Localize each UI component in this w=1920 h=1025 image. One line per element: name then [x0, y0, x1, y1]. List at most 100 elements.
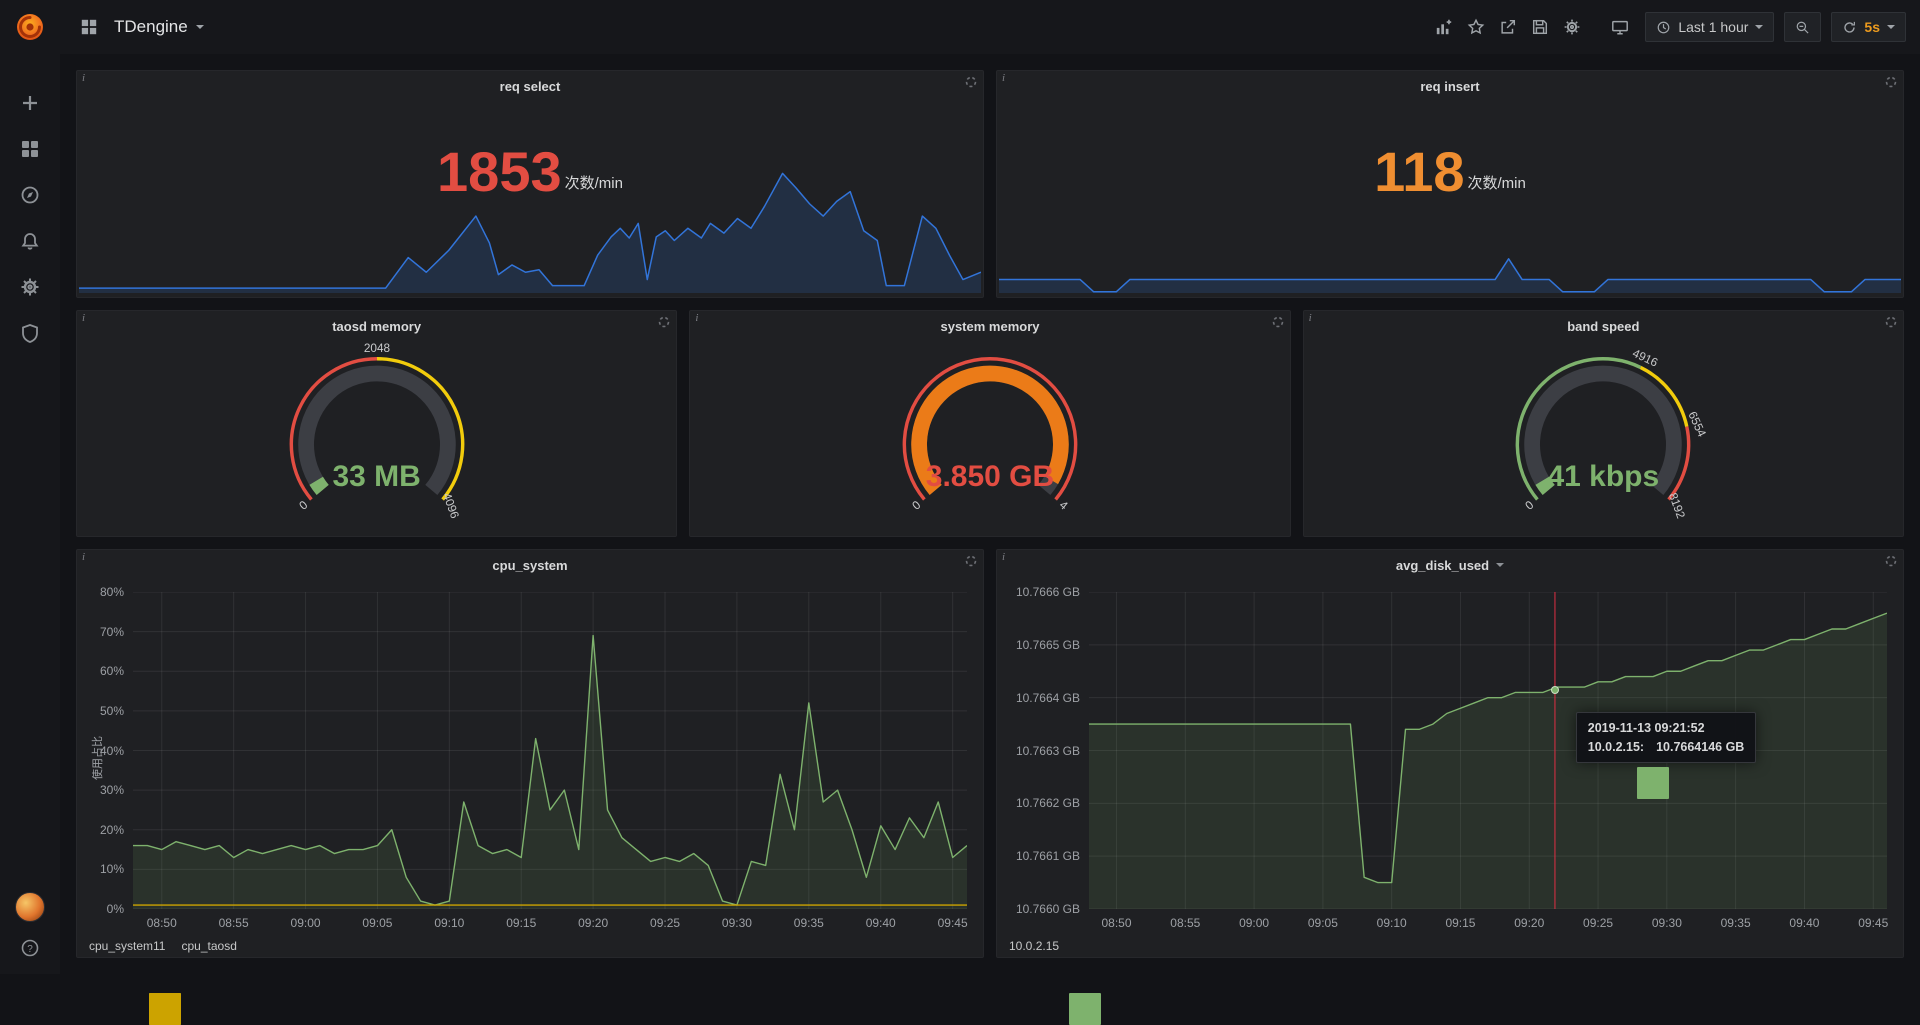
zoom-out-time-button[interactable]: [1784, 12, 1821, 42]
avg-disk-used-plot[interactable]: 2019-11-13 09:21:52 10.0.2.15: 10.766414…: [1089, 592, 1887, 909]
panel-title-avg-disk-used[interactable]: avg_disk_used: [997, 550, 1903, 580]
panel-title-text: req select: [500, 79, 561, 94]
explore-compass-icon[interactable]: [20, 185, 40, 205]
grafana-logo[interactable]: [16, 13, 44, 41]
user-avatar[interactable]: [15, 892, 45, 922]
panel-band-speed: i band speed 0491665548192 41 kbps: [1303, 310, 1904, 537]
sparkline-svg: [79, 168, 981, 293]
tv-cycle-view-icon[interactable]: [1605, 12, 1635, 42]
panel-title-req-select[interactable]: req select: [77, 71, 983, 101]
sparkline-svg: [999, 168, 1901, 293]
legend-item-cpu-taosd[interactable]: cpu_taosd: [181, 939, 236, 953]
alerting-bell-icon[interactable]: [20, 231, 40, 251]
x-axis-tick: 09:45: [938, 916, 968, 930]
gauge-body: 0491665548192 41 kbps: [1304, 341, 1903, 536]
band-speed-gauge[interactable]: 0491665548192 41 kbps: [1475, 340, 1731, 537]
svg-text:2048: 2048: [364, 341, 391, 355]
save-icon[interactable]: [1525, 12, 1555, 42]
y-axis-tick: 10.7660 GB: [1016, 902, 1080, 916]
panel-info-icon[interactable]: i: [1002, 72, 1005, 84]
x-axis-tick: 08:55: [219, 916, 249, 930]
gauge-body: 04 3.850 GB: [690, 341, 1289, 536]
timeseries-svg: [133, 592, 967, 909]
legend-series-dash: [1069, 993, 1101, 1025]
panel-menu-caret-icon[interactable]: [1496, 563, 1504, 567]
y-axis-tick: 10%: [100, 862, 124, 876]
panel-title-taosd-memory[interactable]: taosd memory: [77, 311, 676, 341]
panel-title-band-speed[interactable]: band speed: [1304, 311, 1903, 341]
x-axis-tick: 09:30: [722, 916, 752, 930]
gauge-value: 41 kbps: [1475, 462, 1731, 492]
tooltip-series-dash: [1637, 767, 1669, 799]
panel-info-icon[interactable]: i: [82, 551, 85, 563]
refresh-picker[interactable]: 5s: [1831, 12, 1906, 42]
panel-title-system-memory[interactable]: system memory: [690, 311, 1289, 341]
x-axis-tick: 08:50: [1102, 916, 1132, 930]
configuration-gear-icon[interactable]: [20, 277, 40, 297]
dashboard-title-button[interactable]: TDengine: [114, 17, 204, 37]
y-axis-tick: 70%: [100, 625, 124, 639]
y-axis-tick: 0%: [107, 902, 124, 916]
server-admin-shield-icon[interactable]: [20, 323, 40, 343]
panel-title-req-insert[interactable]: req insert: [997, 71, 1903, 101]
create-plus-icon[interactable]: [20, 93, 40, 113]
panel-loading-spinner-icon: [1885, 555, 1897, 567]
y-axis-tick: 10.7666 GB: [1016, 585, 1080, 599]
svg-text:0: 0: [1523, 497, 1537, 512]
y-axis-title: 使用占比: [89, 736, 105, 780]
panel-info-icon[interactable]: i: [82, 72, 85, 84]
req-select-sparkline[interactable]: [79, 168, 981, 293]
y-axis-tick: 10.7665 GB: [1016, 638, 1080, 652]
share-icon[interactable]: [1493, 12, 1523, 42]
add-panel-icon[interactable]: [1429, 12, 1459, 42]
hovered-point-dot: [1551, 686, 1559, 694]
tooltip-series-name: 10.0.2.15:: [1588, 740, 1644, 754]
zoom-out-icon: [1795, 20, 1810, 35]
y-axis-tick: 20%: [100, 823, 124, 837]
panel-loading-spinner-icon: [1885, 76, 1897, 88]
panel-cpu-system: i cpu_system 使用占比 0%10%20%30%40%50%60%70…: [76, 549, 984, 958]
req-insert-sparkline[interactable]: [999, 168, 1901, 293]
panel-info-icon[interactable]: i: [695, 312, 698, 324]
gauge-value: 3.850 GB: [862, 462, 1118, 492]
system-memory-gauge[interactable]: 04 3.850 GB: [862, 340, 1118, 537]
legend-item-10-0-2-15[interactable]: 10.0.2.15: [1009, 939, 1059, 953]
y-axis-tick: 80%: [100, 585, 124, 599]
svg-text:4096: 4096: [440, 491, 462, 521]
svg-text:?: ?: [27, 944, 33, 955]
singlestat-body: 118 次数/min: [997, 101, 1903, 297]
x-axis-tick: 09:10: [434, 916, 464, 930]
taosd-memory-gauge[interactable]: 204804096 33 MB: [249, 340, 505, 537]
panel-info-icon[interactable]: i: [1002, 551, 1005, 563]
cpu-system-plot[interactable]: 0%10%20%30%40%50%60%70%80%08:5008:5509:0…: [133, 592, 967, 909]
dashboards-icon[interactable]: [20, 139, 40, 159]
refresh-interval-label: 5s: [1864, 19, 1880, 35]
time-range-label: Last 1 hour: [1678, 19, 1748, 35]
sidebar: ?: [0, 0, 60, 974]
x-axis-tick: 09:20: [578, 916, 608, 930]
time-range-picker[interactable]: Last 1 hour: [1645, 12, 1774, 42]
panel-taosd-memory: i taosd memory 204804096 33 MB: [76, 310, 677, 537]
dashboard-grid-icon[interactable]: [74, 12, 104, 42]
panel-loading-spinner-icon: [965, 76, 977, 88]
panel-title-text: band speed: [1567, 319, 1639, 334]
x-axis-tick: 09:10: [1377, 916, 1407, 930]
graph-tooltip: 2019-11-13 09:21:52 10.0.2.15: 10.766414…: [1576, 712, 1757, 763]
panel-title-cpu-system[interactable]: cpu_system: [77, 550, 983, 580]
star-icon[interactable]: [1461, 12, 1491, 42]
clock-icon: [1656, 20, 1671, 35]
x-axis-tick: 09:35: [794, 916, 824, 930]
panel-avg-disk-used: i avg_disk_used 2019-11-13 09:21:52 10.0…: [996, 549, 1904, 958]
dashboard-settings-gear-icon[interactable]: [1557, 12, 1587, 42]
help-icon[interactable]: ?: [20, 938, 40, 958]
panel-title-text: system memory: [940, 319, 1039, 334]
x-axis-tick: 09:15: [1445, 916, 1475, 930]
panel-info-icon[interactable]: i: [82, 312, 85, 324]
panel-info-icon[interactable]: i: [1309, 312, 1312, 324]
graph-legend: 10.0.2.15: [1009, 939, 1059, 953]
panel-loading-spinner-icon: [965, 555, 977, 567]
panel-req-select: i req select 1853 次数/min: [76, 70, 984, 298]
panel-title-text: cpu_system: [492, 558, 567, 573]
legend-item-cpu-system11[interactable]: cpu_system11: [89, 939, 165, 953]
svg-text:0: 0: [909, 497, 923, 512]
